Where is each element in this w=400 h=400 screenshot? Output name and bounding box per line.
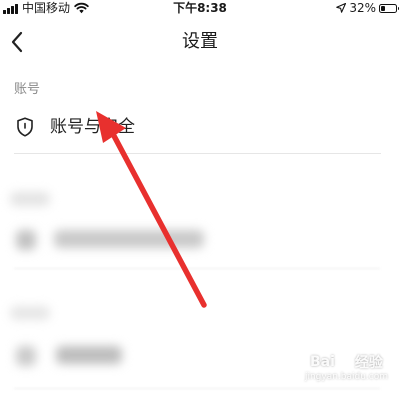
watermark-brand-right: 经验 <box>354 355 383 371</box>
baidu-jingyan-watermark: Bai 经验 jingyan.baidu.com <box>305 352 388 383</box>
nav-bar: 设置 <box>0 20 400 64</box>
watermark-url: jingyan.baidu.com <box>304 372 388 382</box>
blurred-icon <box>16 346 36 366</box>
paw-icon <box>338 355 352 369</box>
battery-percent: 32% <box>349 1 376 15</box>
blurred-label <box>54 230 204 248</box>
battery-fill <box>381 5 385 11</box>
blurred-icon <box>16 230 36 250</box>
blurred-header <box>10 306 50 320</box>
blurred-label <box>56 346 122 364</box>
settings-item-account-security[interactable]: 账号与安全 <box>0 108 400 148</box>
blurred-divider <box>14 268 380 269</box>
location-arrow-icon <box>336 3 347 13</box>
shield-icon <box>17 117 33 137</box>
status-bar-right: 32% <box>336 0 399 16</box>
blurred-header <box>10 192 50 206</box>
watermark-brand-left: Bai <box>310 354 335 370</box>
status-bar: 中国移动 下午8:38 32% <box>0 0 400 18</box>
divider <box>14 153 381 154</box>
settings-item-label: 账号与安全 <box>50 117 135 137</box>
watermark-logo: Bai 经验 <box>305 352 388 372</box>
settings-screen: 中国移动 下午8:38 32% 设置 账号 账号与安全 Bai 经验 jingy… <box>0 0 400 400</box>
page-title: 设置 <box>182 31 218 52</box>
section-header-account: 账号 <box>14 82 41 97</box>
blurred-divider <box>14 388 380 389</box>
battery-icon <box>379 3 399 13</box>
